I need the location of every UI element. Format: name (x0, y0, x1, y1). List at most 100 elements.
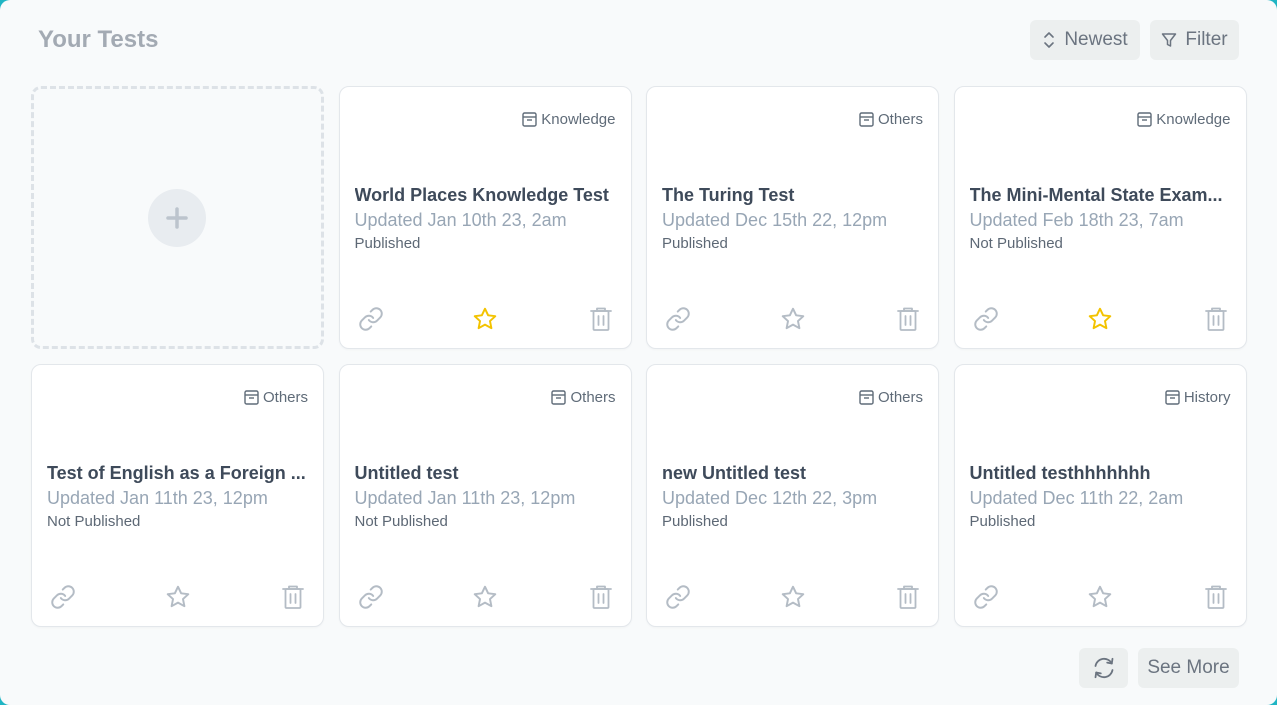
link-icon (358, 307, 383, 331)
card-actions (355, 584, 616, 610)
favorite-button[interactable] (1087, 306, 1113, 337)
card-actions (970, 306, 1231, 332)
trash-icon (1204, 585, 1227, 609)
test-card[interactable]: Others The Turing Test Updated Dec 15th … (646, 86, 939, 349)
category-tag: Knowledge (521, 111, 616, 128)
category-tag: Others (243, 389, 308, 406)
star-icon (473, 585, 497, 608)
test-card[interactable]: Others Test of English as a Foreign ... … (31, 364, 324, 627)
test-title[interactable]: The Mini-Mental State Exam... (970, 185, 1232, 206)
share-link-button[interactable] (973, 584, 999, 615)
delete-button[interactable] (896, 306, 920, 337)
star-icon (781, 307, 804, 330)
updated-date: Updated Jan 10th 23, 2am (354, 210, 567, 230)
card-actions (47, 584, 308, 610)
share-link-button[interactable] (973, 306, 999, 337)
plus-icon (166, 207, 188, 229)
test-card[interactable]: Knowledge The Mini-Mental State Exam... … (953, 86, 1247, 349)
folder-icon (859, 390, 874, 405)
updated-date: Updated Jan 11th 23, 12pm (47, 488, 268, 508)
share-link-button[interactable] (358, 584, 384, 615)
test-title[interactable]: World Places Knowledge Test (355, 185, 617, 206)
sort-icon (1044, 32, 1055, 48)
category-tag: Others (858, 389, 923, 406)
sort-label: Newest (1064, 29, 1128, 50)
tests-grid: Knowledge World Places Knowledge Test Up… (31, 86, 1247, 627)
category-tag: Knowledge (1136, 111, 1231, 128)
favorite-button[interactable] (780, 584, 806, 615)
delete-button[interactable] (896, 584, 920, 615)
favorite-button[interactable] (165, 584, 191, 615)
delete-button[interactable] (1204, 584, 1228, 615)
trash-icon (589, 307, 612, 331)
trash-icon (897, 585, 919, 609)
status-label: Published (354, 235, 421, 252)
link-icon (973, 307, 998, 331)
add-test-button[interactable] (148, 189, 206, 247)
favorite-button[interactable] (472, 306, 498, 337)
delete-button[interactable] (589, 306, 613, 337)
filter-icon (1162, 33, 1177, 47)
card-actions (970, 584, 1231, 610)
category-tag: Others (858, 111, 923, 128)
updated-date: Updated Feb 18th 23, 7am (969, 210, 1184, 230)
category-tag: Others (550, 389, 616, 406)
new-test-card[interactable] (31, 86, 324, 349)
link-icon (973, 585, 998, 609)
category-label: History (1183, 389, 1231, 406)
star-filled-icon (473, 307, 497, 330)
category-label: Knowledge (541, 111, 616, 128)
test-title[interactable]: The Turing Test (662, 185, 924, 206)
card-actions (355, 306, 616, 332)
status-label: Not Published (47, 513, 141, 530)
test-title[interactable]: Untitled test (355, 463, 617, 484)
test-card[interactable]: Others Untitled test Updated Jan 11th 23… (338, 364, 632, 627)
category-tag: History (1164, 389, 1231, 406)
status-label: Published (969, 513, 1036, 530)
updated-date: Updated Dec 15th 22, 12pm (662, 210, 888, 230)
refresh-icon (1094, 657, 1113, 679)
favorite-button[interactable] (1087, 584, 1113, 615)
folder-icon (551, 390, 567, 405)
test-title[interactable]: Test of English as a Foreign ... (47, 463, 309, 484)
filter-label: Filter (1185, 29, 1228, 50)
trash-icon (282, 585, 304, 609)
star-icon (781, 585, 804, 608)
link-icon (666, 585, 690, 609)
category-label: Knowledge (1156, 111, 1231, 128)
star-filled-icon (1088, 307, 1112, 330)
folder-icon (244, 390, 259, 405)
share-link-button[interactable] (358, 306, 384, 337)
updated-date: Updated Jan 11th 23, 12pm (354, 488, 576, 508)
test-card[interactable]: Knowledge World Places Knowledge Test Up… (338, 86, 632, 349)
delete-button[interactable] (281, 584, 305, 615)
category-label: Others (262, 389, 308, 406)
test-title[interactable]: Untitled testhhhhhhh (970, 463, 1232, 484)
see-more-button[interactable]: See More (1138, 648, 1239, 688)
updated-date: Updated Dec 11th 22, 2am (969, 488, 1184, 508)
test-card[interactable]: History Untitled testhhhhhhh Updated Dec… (953, 364, 1247, 627)
category-label: Others (877, 389, 923, 406)
share-link-button[interactable] (665, 584, 691, 615)
category-label: Others (570, 389, 616, 406)
refresh-button[interactable] (1079, 648, 1128, 688)
test-title[interactable]: new Untitled test (662, 463, 924, 484)
link-icon (51, 585, 75, 609)
test-card[interactable]: Others new Untitled test Updated Dec 12t… (646, 364, 939, 627)
folder-icon (522, 112, 537, 127)
share-link-button[interactable] (665, 306, 691, 337)
favorite-button[interactable] (780, 306, 806, 337)
folder-icon (859, 112, 874, 127)
trash-icon (897, 307, 919, 331)
share-link-button[interactable] (50, 584, 76, 615)
delete-button[interactable] (1204, 306, 1228, 337)
sort-button[interactable]: Newest (1030, 20, 1140, 60)
delete-button[interactable] (589, 584, 613, 615)
trash-icon (589, 585, 612, 609)
status-label: Published (662, 235, 728, 252)
status-label: Not Published (969, 235, 1063, 252)
filter-button[interactable]: Filter (1150, 20, 1239, 60)
card-actions (662, 584, 923, 610)
link-icon (358, 585, 383, 609)
favorite-button[interactable] (472, 584, 498, 615)
